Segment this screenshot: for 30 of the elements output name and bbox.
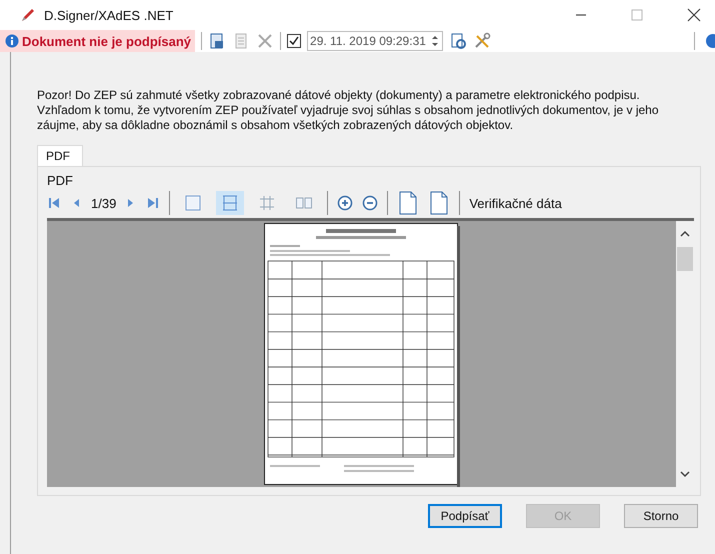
view-mode-button[interactable]	[216, 191, 244, 215]
verification-data-button[interactable]: Verifikačné dáta	[469, 196, 562, 210]
settings-icon[interactable]	[472, 32, 491, 50]
info-icon	[5, 34, 19, 48]
maximize-icon[interactable]	[631, 9, 643, 21]
pen-icon	[20, 7, 36, 23]
single-page-icon	[184, 194, 202, 212]
close-icon[interactable]	[687, 8, 701, 22]
dialog-button[interactable]: Storno	[624, 504, 698, 528]
grid-icon	[258, 194, 276, 212]
warning-text: Pozor! Do ZEP sú zahmuté všetky zobrazované dátové objekty (dokumenty) a parametre elektronického podpisu. Vzhľadom k tomu, že vytvorením ZEP používateľ vyjadruje svoj súhlas s obsahom jednotlivých dokumentov, je v jeho záujme, aby sa dôkladne oboznámil s obsahom všetkých zobrazených dátových objektov.	[37, 88, 660, 133]
spinner-icon[interactable]	[430, 33, 440, 49]
status-text: Dokument nie je podpísaný	[22, 34, 192, 48]
delete-icon[interactable]	[256, 32, 274, 50]
zoom-in-icon[interactable]	[337, 195, 354, 211]
page-icon[interactable]	[397, 191, 420, 215]
refresh-document-icon[interactable]	[448, 32, 467, 50]
timestamp-field[interactable]: 29. 11. 2019 09:29:31	[307, 31, 443, 51]
viewer-title: PDF	[47, 173, 74, 188]
timestamp-checkbox[interactable]	[287, 34, 302, 48]
dialog-button[interactable]: Podpísať	[428, 504, 502, 528]
zoom-out-icon[interactable]	[362, 195, 378, 211]
continuous-page-icon	[221, 194, 240, 212]
window-title: D.Signer/XAdES .NET	[44, 8, 174, 22]
page-icon[interactable]	[428, 191, 450, 215]
page-counter: 1/39	[91, 196, 116, 210]
tab[interactable]: PDF	[37, 145, 83, 166]
last-page-icon[interactable]	[146, 195, 160, 211]
scrollbar-thumb[interactable]	[677, 247, 693, 271]
first-page-icon[interactable]	[47, 195, 61, 211]
